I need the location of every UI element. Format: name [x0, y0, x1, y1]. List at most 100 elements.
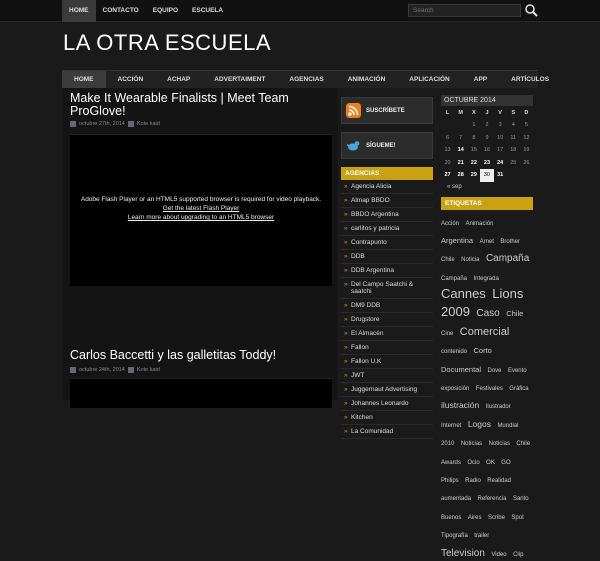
- tag-link[interactable]: Spot: [511, 515, 523, 521]
- tag-link[interactable]: Buenos: [441, 515, 461, 521]
- tag-link[interactable]: 2009: [441, 304, 470, 319]
- tag-link[interactable]: 2010: [441, 441, 454, 447]
- tag-link[interactable]: Television: [441, 548, 485, 559]
- calendar-day[interactable]: 21: [454, 157, 467, 170]
- tag-link[interactable]: exposición: [441, 386, 469, 392]
- topnav-item-equipo[interactable]: EQUIPO: [146, 0, 185, 22]
- tag-link[interactable]: Campaña: [486, 253, 529, 264]
- tag-link[interactable]: Argentina: [441, 236, 473, 245]
- follow-button[interactable]: SÍGUEME!: [341, 132, 433, 159]
- tag-link[interactable]: GO: [501, 460, 510, 466]
- tag-link[interactable]: Awards: [441, 460, 461, 466]
- agencia-link[interactable]: carlitos y patricia: [341, 222, 433, 236]
- tag-link[interactable]: Campaña: [441, 276, 467, 282]
- topnav-item-escuela[interactable]: ESCUELA: [185, 0, 230, 22]
- tag-link[interactable]: Clip: [513, 552, 523, 558]
- tag-link[interactable]: contenido: [441, 349, 467, 355]
- tag-link[interactable]: Referencia: [477, 496, 506, 502]
- agencia-link[interactable]: DM9 DDB: [341, 299, 433, 313]
- tag-link[interactable]: trailer: [474, 533, 489, 539]
- previous-month-link[interactable]: « sep: [441, 182, 533, 192]
- tag-link[interactable]: Cannes: [441, 286, 486, 301]
- tag-link[interactable]: Ilustrador: [486, 404, 511, 410]
- calendar-day[interactable]: 23: [480, 157, 493, 170]
- tag-link[interactable]: Noticias: [489, 441, 510, 447]
- agencia-link[interactable]: Contrapunto: [341, 236, 433, 250]
- tag-link[interactable]: Dove: [487, 368, 501, 374]
- tag-link[interactable]: Chile: [441, 257, 455, 263]
- tag-link[interactable]: Mundial: [497, 423, 518, 429]
- calendar-day[interactable]: 29: [467, 169, 480, 182]
- tag-link[interactable]: Arnet: [480, 239, 494, 245]
- agencia-link[interactable]: Fallon: [341, 341, 433, 355]
- tag-link[interactable]: Radio: [465, 478, 481, 484]
- tag-link[interactable]: Chile: [516, 441, 530, 447]
- tag-link[interactable]: aumentada: [441, 496, 471, 502]
- site-title[interactable]: LA OTRA ESCUELA: [63, 30, 271, 56]
- html5-upgrade-link[interactable]: Learn more about upgrading to an HTML5 b…: [70, 213, 332, 222]
- tag-link[interactable]: Acción: [441, 221, 459, 227]
- calendar-day[interactable]: 27: [441, 169, 454, 182]
- tag-link[interactable]: Ocio: [467, 460, 479, 466]
- tag-link[interactable]: Comercial: [460, 326, 510, 338]
- post-author[interactable]: Kote kaid: [137, 367, 160, 373]
- agencia-link[interactable]: DDB: [341, 250, 433, 264]
- tag-link[interactable]: Festivales: [476, 386, 503, 392]
- tag-link[interactable]: Corto: [473, 346, 491, 355]
- tag-link[interactable]: Documental: [441, 365, 481, 374]
- post-title[interactable]: Carlos Baccetti y las galletitas Toddy!: [70, 349, 332, 362]
- calendar-day[interactable]: 31: [494, 169, 507, 182]
- get-flash-link[interactable]: Get the latest Flash Player: [70, 204, 332, 213]
- agencia-link[interactable]: Del Campo Saatchi & saatchi: [341, 278, 433, 299]
- tag-link[interactable]: Aires: [468, 515, 482, 521]
- mainnav-item-7[interactable]: APP: [462, 71, 499, 88]
- tag-link[interactable]: Video: [491, 552, 506, 558]
- search-icon[interactable]: [524, 3, 538, 17]
- mainnav-item-5[interactable]: ANIMACIÓN: [336, 71, 398, 88]
- tag-link[interactable]: Integrada: [473, 276, 498, 282]
- agencia-link[interactable]: Kitchen: [341, 411, 433, 425]
- calendar-day[interactable]: 28: [454, 169, 467, 182]
- agencia-link[interactable]: El Almacén: [341, 327, 433, 341]
- mainnav-item-6[interactable]: APLICACIÓN: [397, 71, 461, 88]
- tag-link[interactable]: Brother: [500, 239, 520, 245]
- mainnav-item-2[interactable]: ACHAP: [155, 71, 202, 88]
- agencia-link[interactable]: Agencia Alicia: [341, 180, 433, 194]
- agencia-link[interactable]: BBDO Argentina: [341, 208, 433, 222]
- video-player[interactable]: [70, 378, 332, 408]
- tag-link[interactable]: Tipografía: [441, 533, 468, 539]
- tag-link[interactable]: Cine: [441, 331, 453, 337]
- tag-link[interactable]: Internet: [441, 423, 461, 429]
- tag-link[interactable]: Chile: [506, 309, 523, 319]
- calendar-day[interactable]: 30: [480, 169, 494, 182]
- agencia-link[interactable]: Johannes Leonardo: [341, 397, 433, 411]
- tag-link[interactable]: Realidad: [487, 478, 511, 484]
- agencia-link[interactable]: DDB Argentina: [341, 264, 433, 278]
- mainnav-item-0[interactable]: HOME: [62, 71, 106, 88]
- tag-link[interactable]: Caso: [476, 308, 499, 319]
- agencia-link[interactable]: La Comunidad: [341, 425, 433, 439]
- topnav-item-contacto[interactable]: CONTACTO: [96, 0, 146, 22]
- tag-link[interactable]: Gráfica: [509, 386, 528, 392]
- post-title[interactable]: Make It Wearable Finalists | Meet Team P…: [70, 92, 332, 118]
- tag-link[interactable]: Noticias: [461, 441, 482, 447]
- search-input[interactable]: [408, 4, 521, 17]
- agencia-link[interactable]: Almap BBDO: [341, 194, 433, 208]
- agencia-link[interactable]: Juggernaut Advertising: [341, 383, 433, 397]
- subscribe-button[interactable]: SUSCRÍBETE: [341, 97, 433, 124]
- calendar-day[interactable]: 22: [467, 157, 480, 170]
- agencia-link[interactable]: JWT: [341, 369, 433, 383]
- calendar-day[interactable]: 14: [454, 144, 467, 157]
- tag-link[interactable]: Philips: [441, 478, 459, 484]
- mainnav-item-1[interactable]: ACCIÓN: [106, 71, 156, 88]
- tag-link[interactable]: Noticia: [461, 257, 479, 263]
- calendar-day[interactable]: 24: [494, 157, 507, 170]
- agencia-link[interactable]: Drugstore: [341, 313, 433, 327]
- tag-link[interactable]: OK: [486, 460, 495, 466]
- mainnav-item-3[interactable]: ADVERTAIMENT: [202, 71, 277, 88]
- mainnav-item-8[interactable]: ARTÍCULOS: [499, 71, 561, 88]
- mainnav-item-4[interactable]: AGENCIAS: [277, 71, 335, 88]
- tag-link[interactable]: Evento: [508, 368, 527, 374]
- topnav-item-home[interactable]: HOME: [62, 0, 96, 22]
- tag-link[interactable]: Scribe: [488, 515, 505, 521]
